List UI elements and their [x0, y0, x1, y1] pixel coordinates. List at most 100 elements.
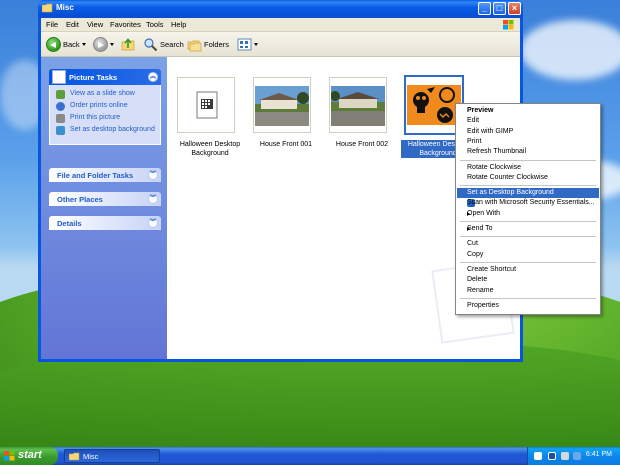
context-item-refresh-thumbnail[interactable]: Refresh Thumbnail	[457, 147, 599, 157]
menu-separator	[460, 261, 596, 263]
desktop-background-icon	[56, 126, 65, 135]
forward-arrow-icon	[93, 36, 108, 52]
context-item-label: Create Shortcut	[467, 265, 517, 273]
expand-chevron-icon[interactable]: ︾	[148, 218, 158, 228]
context-menu: Preview Edit Edit with GIMP Print Refresh Th…	[455, 103, 601, 315]
clock: 6:41 PM	[585, 451, 612, 458]
context-item-create-shortcut[interactable]: Create Shortcut	[457, 265, 599, 275]
menu-separator	[460, 236, 596, 238]
close-button[interactable]: ×	[508, 2, 521, 15]
file-label: Halloween Desktop Background	[179, 141, 241, 157]
menu-help[interactable]: Help	[171, 20, 186, 29]
expand-chevron-icon[interactable]: ︾	[148, 194, 158, 204]
menu-favorites[interactable]: Favorites	[110, 20, 141, 29]
windows-logo-icon	[503, 20, 514, 30]
menu-separator	[460, 221, 596, 222]
context-item-label: Copy	[467, 250, 484, 258]
context-item-label: Print	[467, 137, 482, 145]
context-item-label: Edit with GIMP	[467, 127, 514, 135]
picture-tasks-icon	[52, 70, 66, 84]
standard-toolbar: Back Search Folders	[41, 32, 520, 57]
context-item-label: Set as Desktop Background	[467, 189, 554, 197]
context-item-label: Edit	[467, 117, 480, 125]
file-thumbnail	[329, 77, 387, 133]
collapse-chevron-icon[interactable]: ︽	[148, 72, 158, 82]
network-icon[interactable]	[573, 452, 581, 460]
print-picture-link[interactable]: Print this picture	[70, 114, 120, 121]
slideshow-icon	[56, 90, 65, 99]
context-item-preview[interactable]: Preview	[457, 106, 599, 116]
view-slideshow-link[interactable]: View as a slide show	[70, 90, 135, 97]
halloween-thumbnail	[407, 85, 461, 125]
context-item-properties[interactable]: Properties	[457, 301, 599, 311]
windows-logo-icon	[4, 451, 15, 461]
context-item-label: Scan with Microsoft Security Essentials.…	[467, 199, 595, 207]
details-header[interactable]: Details ︾	[49, 216, 161, 230]
other-places-header[interactable]: Other Places ︾	[49, 192, 161, 206]
volume-icon[interactable]	[561, 452, 569, 460]
help-icon[interactable]	[534, 452, 542, 460]
views-icon	[237, 38, 252, 50]
up-folder-button[interactable]	[121, 36, 136, 52]
chevron-down-icon	[110, 42, 114, 46]
context-item-cut[interactable]: Cut	[457, 239, 599, 249]
submenu-arrow-icon	[467, 227, 470, 231]
context-item-edit[interactable]: Edit	[457, 116, 599, 126]
menu-file[interactable]: File	[46, 20, 58, 29]
file-thumbnail	[177, 77, 235, 133]
title-bar[interactable]: Misc _ □ ×	[38, 0, 523, 18]
up-folder-icon	[121, 37, 135, 50]
context-item-rotate-clockwise[interactable]: Rotate Clockwise	[457, 163, 599, 173]
menu-bar: File Edit View Favorites Tools Help	[41, 18, 520, 32]
expand-chevron-icon[interactable]: ︾	[148, 170, 158, 180]
context-item-rotate-counter-clockwise[interactable]: Rotate Counter Clockwise	[457, 173, 599, 183]
taskbar-item-misc[interactable]: Misc	[64, 449, 160, 463]
security-icon[interactable]	[548, 452, 556, 460]
menu-view[interactable]: View	[87, 20, 103, 29]
submenu-arrow-icon	[467, 211, 470, 216]
context-item-label: Cut	[467, 240, 478, 248]
folders-icon	[187, 40, 202, 51]
system-tray: 6:41 PM	[527, 447, 620, 465]
context-item-edit-with-gimp[interactable]: Edit with GIMP	[457, 127, 599, 137]
context-item-send-to[interactable]: Send To	[457, 224, 599, 234]
context-item-scan-with-microsoft-security-essentials[interactable]: Scan with Microsoft Security Essentials.…	[457, 198, 599, 208]
search-icon	[144, 37, 158, 51]
menu-separator	[460, 297, 596, 299]
order-prints-icon	[56, 102, 65, 111]
taskbar: start Misc 6:41 PM	[0, 447, 620, 465]
document-icon	[196, 91, 218, 119]
set-desktop-background-link[interactable]: Set as desktop background	[70, 126, 155, 133]
views-button[interactable]	[237, 36, 258, 52]
start-button[interactable]: start	[0, 447, 58, 465]
photo-thumbnail	[331, 86, 385, 126]
task-pane: Picture Tasks ︽ View as a slide show Ord…	[41, 57, 167, 359]
context-item-rename[interactable]: Rename	[457, 286, 599, 296]
context-item-label: Preview	[467, 107, 494, 114]
maximize-button[interactable]: □	[493, 2, 506, 15]
context-item-delete[interactable]: Delete	[457, 275, 599, 285]
context-item-set-as-desktop-background[interactable]: Set as Desktop Background	[457, 188, 599, 199]
context-item-copy[interactable]: Copy	[457, 250, 599, 260]
chevron-down-icon	[81, 42, 86, 46]
file-folder-tasks-header[interactable]: File and Folder Tasks ︾	[49, 168, 161, 182]
order-prints-link[interactable]: Order prints online	[70, 102, 128, 109]
folders-button[interactable]: Folders	[187, 36, 229, 52]
folder-icon	[69, 452, 80, 461]
back-button[interactable]: Back	[46, 36, 86, 52]
context-item-print[interactable]: Print	[457, 137, 599, 147]
context-item-label: Rename	[467, 286, 494, 294]
file-label: House Front 002	[335, 141, 389, 148]
file-label: House Front 001	[259, 141, 313, 148]
context-item-label: Rotate Counter Clockwise	[467, 173, 548, 181]
menu-edit[interactable]: Edit	[66, 20, 79, 29]
picture-tasks-body: View as a slide show Order prints online…	[49, 85, 161, 145]
file-thumbnail	[253, 77, 311, 133]
search-button[interactable]: Search	[143, 36, 184, 52]
forward-button[interactable]	[93, 36, 114, 52]
picture-tasks-header[interactable]: Picture Tasks ︽	[49, 69, 161, 85]
menu-tools[interactable]: Tools	[146, 20, 164, 29]
context-item-label: Rotate Clockwise	[467, 163, 522, 171]
minimize-button[interactable]: _	[478, 2, 491, 15]
context-item-open-with[interactable]: Open With	[457, 209, 599, 219]
